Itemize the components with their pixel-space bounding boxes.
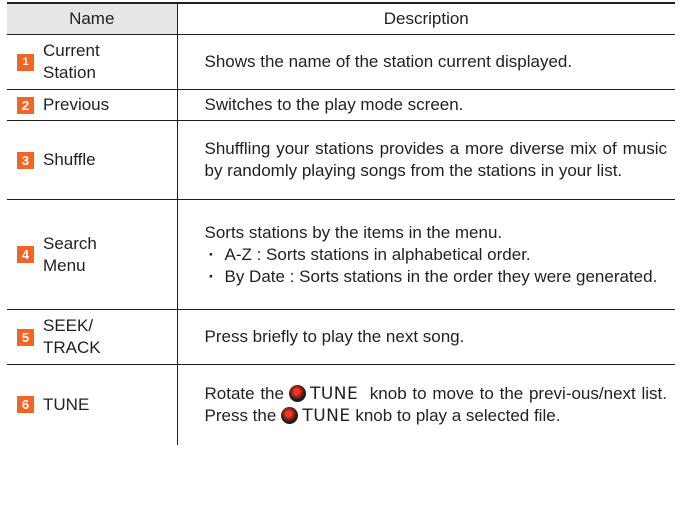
description-cell: Rotate the TUNE knob to move to the previ… xyxy=(176,364,675,445)
tune-label: TUNE xyxy=(309,383,359,404)
description-cell: Shows the name of the station current di… xyxy=(176,34,675,90)
item-name-line: Station xyxy=(43,63,96,82)
item-name-line: Menu xyxy=(43,255,86,275)
number-badge: 5 xyxy=(17,328,34,346)
tune-knob-icon xyxy=(281,406,299,424)
description-column-header: Description xyxy=(176,2,675,35)
table-row: 6 TUNE Rotate the TUNE knob to move to th… xyxy=(7,364,675,445)
item-name-line: TRACK xyxy=(43,338,101,357)
number-badge: 3 xyxy=(17,151,34,169)
list-item: By Date : Sorts stations in the order th… xyxy=(205,266,668,288)
number-badge: 6 xyxy=(17,396,34,414)
function-table: Name Description 1 Current Station Shows… xyxy=(7,2,675,445)
table-row: 3 Shuffle Shuffling your stations provid… xyxy=(7,120,675,200)
spec-page: Name Description 1 Current Station Shows… xyxy=(0,0,683,507)
number-badge: 1 xyxy=(17,53,34,71)
item-name: Current Station xyxy=(43,40,100,84)
description-text: Sorts stations by the items in the menu. xyxy=(204,222,503,242)
table-row: 2 Previous Switches to the play mode scr… xyxy=(7,89,675,121)
name-cell: 1 Current Station xyxy=(7,34,177,90)
description-text: Rotate the xyxy=(204,383,284,403)
bullet-list: A-Z : Sorts stations in alphabetical ord… xyxy=(205,244,668,288)
description-cell: Switches to the play mode screen. xyxy=(176,89,675,121)
table-header-row: Name Description xyxy=(7,2,675,35)
name-column-header: Name xyxy=(7,2,177,35)
tune-label: TUNE xyxy=(302,405,351,426)
number-badge: 2 xyxy=(17,96,34,114)
description-cell: Shuffling your stations provides a more … xyxy=(176,120,675,200)
table-row: 1 Current Station Shows the name of the … xyxy=(7,34,675,90)
name-cell: 2 Previous xyxy=(7,89,177,121)
item-name: TUNE xyxy=(43,394,90,414)
name-cell: 3 Shuffle xyxy=(7,120,177,200)
list-item: A-Z : Sorts stations in alphabetical ord… xyxy=(205,244,668,266)
description-cell: Sorts stations by the items in the menu.… xyxy=(176,199,675,310)
item-name: Previous xyxy=(43,95,110,114)
item-name-line: Search xyxy=(43,233,97,253)
description-cell: Press briefly to play the next song. xyxy=(176,309,675,365)
name-cell: 6 TUNE xyxy=(7,365,177,445)
description-text: knob to play a selected file. xyxy=(355,405,561,425)
name-cell: 4 Search Menu xyxy=(7,199,177,310)
name-cell: 5 SEEK/ TRACK xyxy=(7,309,177,365)
item-name: Shuffle xyxy=(43,150,96,169)
table-row: 4 Search Menu Sorts stations by the item… xyxy=(7,199,675,310)
item-name: SEEK/ TRACK xyxy=(43,315,101,359)
item-name-line: Current xyxy=(43,41,100,60)
tune-knob-icon xyxy=(288,384,306,402)
item-name: Search Menu xyxy=(43,233,97,277)
number-badge: 4 xyxy=(17,246,34,263)
table-row: 5 SEEK/ TRACK Press briefly to play the … xyxy=(7,309,675,365)
item-name-line: SEEK/ xyxy=(43,316,94,335)
